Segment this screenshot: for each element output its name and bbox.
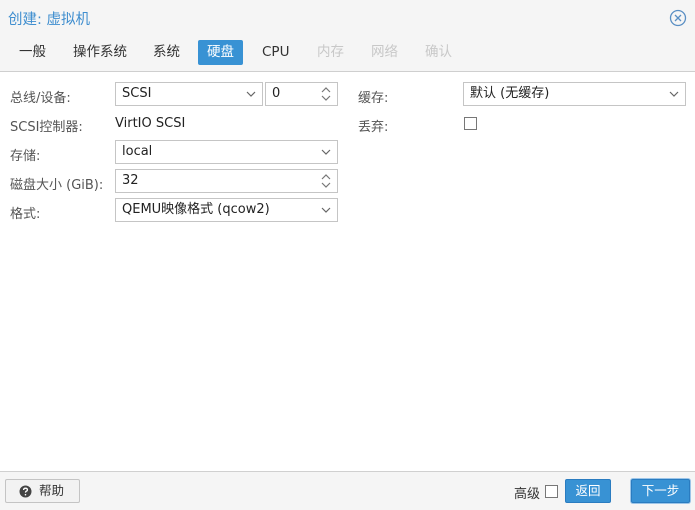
format-select-value: QEMU映像格式 (qcow2)	[122, 202, 270, 217]
tab-general[interactable]: 一般	[10, 40, 55, 65]
spinner-arrows-icon[interactable]	[320, 172, 332, 190]
tab-os[interactable]: 操作系统	[64, 40, 136, 65]
storage-label: 存储:	[10, 149, 41, 164]
help-button-label: 帮助	[39, 483, 65, 498]
tab-memory: 内存	[317, 44, 344, 60]
close-icon[interactable]	[669, 9, 687, 27]
tab-system[interactable]: 系统	[144, 40, 189, 65]
device-number-value: 0	[272, 86, 281, 101]
disk-size-label: 磁盘大小 (GiB):	[10, 178, 104, 193]
title-bar: 创建: 虚拟机	[0, 0, 695, 36]
spinner-arrows-icon[interactable]	[320, 85, 332, 103]
tab-hard-disk[interactable]: 硬盘	[198, 40, 243, 65]
cache-select[interactable]: 默认 (无缓存)	[463, 82, 686, 106]
device-number-spinner[interactable]: 0	[265, 82, 338, 106]
wizard-tabs: 一般 操作系统 系统 硬盘 CPU 内存 网络 确认	[0, 36, 695, 72]
advanced-label: 高级	[514, 487, 541, 502]
hard-disk-form: 总线/设备: SCSI 0 SCSI控制器: VirtIO SCSI 存储: l…	[0, 73, 695, 471]
storage-select-value: local	[122, 144, 153, 159]
cache-label: 缓存:	[358, 91, 389, 106]
chevron-down-icon	[668, 83, 680, 105]
advanced-checkbox[interactable]	[545, 485, 558, 498]
bus-select[interactable]: SCSI	[115, 82, 263, 106]
create-vm-dialog: 创建: 虚拟机 一般 操作系统 系统 硬盘 CPU 内存 网络 确认 总线/设备…	[0, 0, 695, 510]
format-label: 格式:	[10, 207, 41, 222]
disk-size-spinner[interactable]: 32	[115, 169, 338, 193]
chevron-down-icon	[320, 141, 332, 163]
scsi-controller-value: VirtIO SCSI	[115, 116, 186, 131]
bus-select-value: SCSI	[122, 86, 152, 101]
scsi-controller-label: SCSI控制器:	[10, 120, 83, 135]
cache-select-value: 默认 (无缓存)	[470, 86, 550, 101]
tab-confirm: 确认	[425, 44, 452, 60]
discard-checkbox[interactable]	[464, 117, 477, 130]
tab-cpu[interactable]: CPU	[253, 40, 298, 65]
bus-device-label: 总线/设备:	[10, 91, 71, 106]
dialog-title: 创建: 虚拟机	[8, 12, 90, 28]
chevron-down-icon	[245, 83, 257, 105]
tab-network: 网络	[371, 44, 398, 60]
back-button[interactable]: 返回	[565, 479, 611, 503]
dialog-footer: 帮助 高级 返回 下一步	[0, 471, 695, 510]
next-button[interactable]: 下一步	[631, 479, 690, 503]
discard-label: 丢弃:	[358, 120, 389, 135]
format-select[interactable]: QEMU映像格式 (qcow2)	[115, 198, 338, 222]
question-circle-icon	[19, 485, 32, 498]
disk-size-value: 32	[122, 173, 139, 188]
help-button[interactable]: 帮助	[5, 479, 80, 503]
storage-select[interactable]: local	[115, 140, 338, 164]
chevron-down-icon	[320, 199, 332, 221]
